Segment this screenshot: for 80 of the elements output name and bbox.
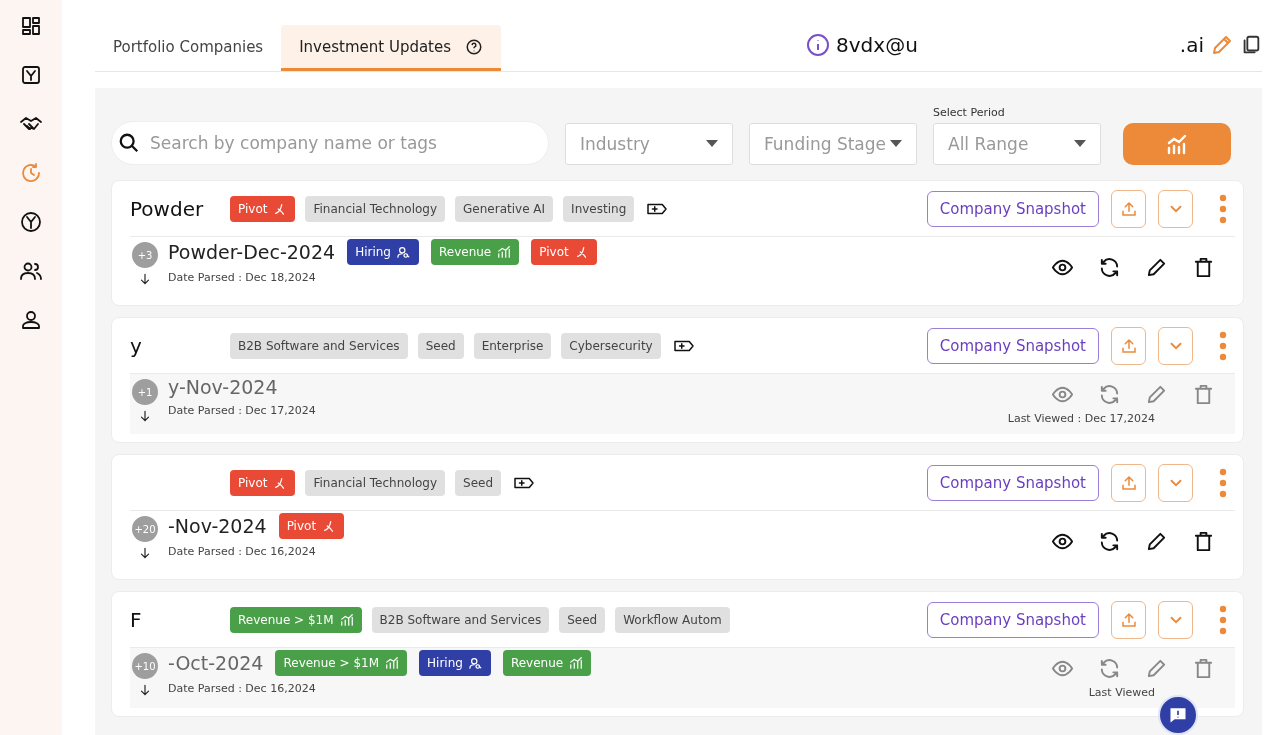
refresh-icon[interactable] xyxy=(1098,255,1121,279)
date-parsed: Date Parsed : Dec 16,2024 xyxy=(168,545,317,558)
caret-icon xyxy=(890,140,902,148)
pivot-tag: Pivot xyxy=(230,195,296,222)
revenue-tag: Revenue > $1M xyxy=(275,650,408,676)
tag: Generative AI xyxy=(455,195,554,222)
date-parsed: Date Parsed : Dec 17,2024 xyxy=(168,404,316,417)
upload-icon xyxy=(1119,199,1138,218)
tag: B2B Software and Services xyxy=(371,606,550,633)
email-address: 8vdx@u xyxy=(836,32,918,57)
update-title: -Oct-2024 xyxy=(168,652,264,674)
company-snapshot-button[interactable]: Company Snapshot xyxy=(926,190,1099,227)
tag: Financial Technology xyxy=(305,469,446,496)
hiring-tag: Hiring xyxy=(419,650,491,676)
delete-icon[interactable] xyxy=(1192,255,1215,279)
delete-icon[interactable] xyxy=(1192,529,1215,553)
update-title: -Nov-2024 xyxy=(168,515,267,537)
search-icon xyxy=(118,132,140,154)
arrow-down-icon[interactable] xyxy=(138,683,152,697)
company-name: y xyxy=(130,333,143,358)
company-snapshot-button[interactable]: Company Snapshot xyxy=(926,464,1099,501)
person-icon[interactable] xyxy=(19,308,43,332)
upload-icon xyxy=(1119,610,1138,629)
person-search-icon xyxy=(397,245,411,259)
search-input[interactable]: Search by company name or tags xyxy=(148,132,542,154)
pivot-tag: Pivot xyxy=(278,513,345,539)
search-field[interactable]: Search by company name or tags xyxy=(111,121,549,165)
caret-icon xyxy=(1074,140,1086,148)
chat-alert-icon xyxy=(1168,705,1188,725)
last-viewed: Last Viewed xyxy=(1088,686,1156,699)
tag: Seed xyxy=(455,469,502,496)
upload-icon xyxy=(1119,473,1138,492)
revenue-tag: Revenue xyxy=(431,239,520,265)
company-snapshot-button[interactable]: Company Snapshot xyxy=(926,327,1099,364)
upload-icon xyxy=(1119,336,1138,355)
company-name: Powder xyxy=(130,196,205,221)
update-title: Powder-Dec-2024 xyxy=(168,241,336,263)
chart-icon xyxy=(1165,132,1189,156)
bar-chart-icon xyxy=(339,612,354,627)
tag: Investing xyxy=(563,195,635,222)
tab[interactable]: Investment Updates xyxy=(281,25,502,71)
update-count-badge: +20 xyxy=(132,516,158,542)
letter-box-icon[interactable] xyxy=(19,63,43,87)
info-icon[interactable] xyxy=(806,32,831,57)
refresh-icon[interactable] xyxy=(1098,529,1121,553)
bar-chart-icon xyxy=(569,656,584,670)
arrow-down-icon[interactable] xyxy=(138,409,152,423)
pivot-tag: Pivot xyxy=(531,239,597,265)
last-viewed: Last Viewed : Dec 17,2024 xyxy=(1007,412,1156,425)
company-name: F xyxy=(130,607,143,632)
arrow-down-icon[interactable] xyxy=(138,272,152,286)
date-parsed: Date Parsed : Dec 18,2024 xyxy=(168,271,317,284)
tag: Enterprise xyxy=(473,332,552,359)
bar-chart-icon xyxy=(385,656,400,670)
arrow-down-icon[interactable] xyxy=(138,546,152,560)
pivot-tag: Pivot xyxy=(230,469,296,496)
revenue-tag: Revenue > $1M xyxy=(230,606,362,633)
help-icon[interactable] xyxy=(465,37,484,56)
tag: B2B Software and Services xyxy=(230,332,408,359)
caret-icon xyxy=(706,140,718,148)
date-parsed: Date Parsed : Dec 16,2024 xyxy=(168,682,317,695)
email-address: .ai xyxy=(1179,32,1204,57)
dashboard-icon[interactable] xyxy=(19,14,43,38)
tab[interactable]: Portfolio Companies xyxy=(95,25,282,71)
hiring-tag: Hiring xyxy=(347,239,419,265)
tag: Seed xyxy=(559,606,606,633)
tag: Seed xyxy=(417,332,464,359)
update-count-badge: +3 xyxy=(132,242,158,268)
tag: Financial Technology xyxy=(305,195,446,222)
tag: Cybersecurity xyxy=(561,332,661,359)
company-snapshot-button[interactable]: Company Snapshot xyxy=(926,601,1099,638)
update-count-badge: +10 xyxy=(132,653,158,679)
circle-logo-icon[interactable] xyxy=(19,210,43,234)
update-count-badge: +1 xyxy=(132,379,158,405)
tag: Workflow Autom xyxy=(615,606,730,633)
period-label: Select Period xyxy=(933,106,1006,119)
person-search-icon xyxy=(468,656,483,670)
revenue-tag: Revenue xyxy=(502,650,592,676)
bar-chart-icon xyxy=(497,245,512,259)
update-title: y-Nov-2024 xyxy=(168,376,278,398)
